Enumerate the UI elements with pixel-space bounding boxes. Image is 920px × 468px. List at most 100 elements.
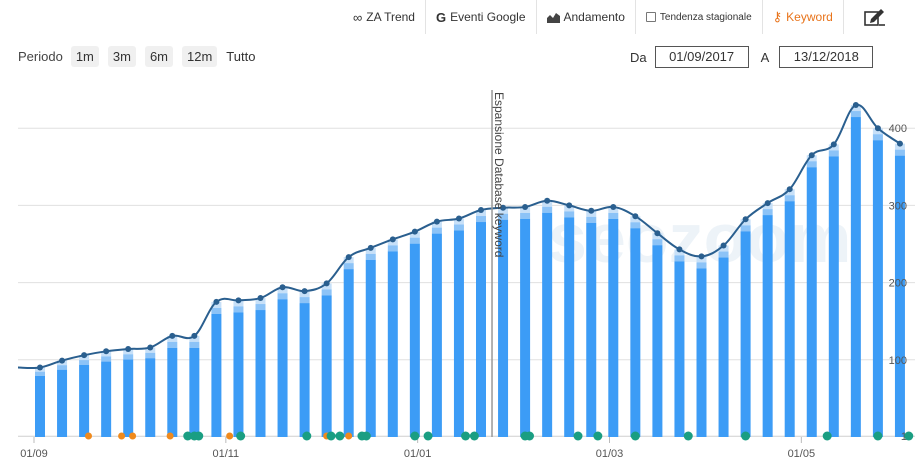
bar-segment-main bbox=[101, 361, 112, 437]
bar-segment-mid bbox=[850, 111, 861, 118]
bar-segment-mid bbox=[233, 306, 244, 313]
event-marker-green bbox=[335, 431, 345, 441]
trend-point bbox=[566, 202, 573, 209]
bar-segment-main bbox=[35, 375, 45, 437]
bar-segment-mid bbox=[167, 341, 178, 348]
trend-point bbox=[874, 125, 881, 132]
x-tick-label: 01/01 bbox=[404, 448, 432, 460]
bar-segment-mid bbox=[101, 356, 112, 362]
trend-point bbox=[257, 295, 264, 302]
bar-segment-mid bbox=[123, 354, 134, 360]
bar-segment-mid bbox=[784, 195, 795, 202]
bar-segment-mid bbox=[894, 149, 905, 156]
bar-segment-main bbox=[542, 212, 553, 437]
bar-segment-mid bbox=[872, 134, 883, 141]
trend-point bbox=[213, 298, 220, 305]
trend-point bbox=[808, 152, 815, 159]
trend-point bbox=[478, 207, 484, 214]
bar-segment-mid bbox=[431, 227, 442, 234]
bar-segment-mid bbox=[57, 365, 68, 370]
bar-segment-mid bbox=[520, 212, 531, 219]
event-marker-orange bbox=[129, 432, 137, 440]
event-marker-green bbox=[302, 431, 312, 441]
x-tick-label: 01/03 bbox=[596, 448, 624, 460]
bar-segment-main bbox=[321, 295, 332, 437]
bar-segment-main bbox=[299, 303, 310, 437]
trend-point bbox=[522, 203, 529, 210]
trend-point bbox=[345, 254, 352, 261]
bar-segment-mid bbox=[343, 263, 354, 270]
bar-segment-mid bbox=[321, 289, 332, 296]
event-marker-orange bbox=[118, 432, 126, 440]
trend-point bbox=[81, 352, 88, 359]
bar-segment-main bbox=[409, 243, 420, 437]
bar-segment-mid bbox=[387, 245, 398, 252]
bar-segment-mid bbox=[652, 239, 663, 246]
bar-segment-main bbox=[233, 312, 244, 437]
event-marker-green bbox=[361, 431, 371, 441]
y-tick-label: 100 bbox=[889, 355, 907, 367]
bar-segment-main bbox=[784, 201, 795, 437]
bar-segment-main bbox=[828, 156, 839, 438]
trend-point bbox=[147, 344, 154, 351]
trend-point bbox=[610, 203, 617, 210]
trend-point bbox=[125, 345, 132, 352]
bar-segment-main bbox=[872, 140, 883, 437]
event-marker-green bbox=[469, 431, 479, 441]
bar-segment-main bbox=[674, 261, 685, 437]
trend-point bbox=[764, 200, 771, 207]
bar-segment-main bbox=[167, 347, 178, 437]
x-tick-label: 01/09 bbox=[20, 448, 48, 460]
event-marker-orange bbox=[226, 432, 234, 440]
trend-point bbox=[169, 332, 176, 339]
bar-segment-mid bbox=[255, 304, 266, 311]
event-marker-orange bbox=[85, 432, 93, 440]
event-marker-green bbox=[525, 431, 535, 441]
y-tick-label: 200 bbox=[889, 278, 907, 290]
trend-point bbox=[411, 228, 418, 235]
bar-segment-mid bbox=[35, 371, 45, 376]
trend-point bbox=[852, 102, 859, 109]
bar-segment-mid bbox=[828, 150, 839, 157]
trend-point bbox=[830, 141, 837, 148]
trend-point bbox=[632, 213, 639, 220]
bar-segment-mid bbox=[409, 237, 420, 244]
bar-segment-main bbox=[718, 257, 729, 437]
bar-segment-main bbox=[387, 251, 398, 437]
bar-segment-mid bbox=[79, 360, 90, 365]
bar-segment-mid bbox=[299, 297, 310, 304]
bar-segment-main bbox=[277, 299, 288, 437]
x-tick-label: 01/05 bbox=[788, 448, 816, 460]
bar-segment-main bbox=[211, 313, 222, 437]
event-marker-green bbox=[904, 431, 914, 441]
trend-point bbox=[59, 357, 66, 364]
bar-segment-mid bbox=[696, 262, 707, 269]
bar-segment-mid bbox=[740, 225, 751, 232]
trend-point bbox=[191, 332, 198, 339]
bar-segment-main bbox=[79, 364, 90, 437]
event-marker-green bbox=[873, 431, 883, 441]
trend-point bbox=[742, 216, 749, 223]
trend-point bbox=[720, 242, 727, 249]
trend-point bbox=[698, 253, 705, 260]
bar-segment-mid bbox=[762, 209, 773, 216]
bar-segment-main bbox=[630, 228, 641, 437]
bar-segment-main bbox=[520, 218, 531, 437]
event-marker-green bbox=[423, 431, 433, 441]
bar-segment-mid bbox=[277, 293, 288, 300]
event-marker-green bbox=[593, 431, 603, 441]
bar-segment-main bbox=[453, 230, 464, 437]
bar-segment-mid bbox=[674, 255, 685, 262]
bar-segment-main bbox=[145, 358, 156, 437]
bar-segment-main bbox=[652, 245, 663, 437]
event-marker-green bbox=[461, 431, 471, 441]
bar-segment-mid bbox=[145, 352, 156, 359]
trend-point bbox=[588, 207, 595, 214]
bar-segment-mid bbox=[476, 216, 486, 223]
bar-segment-main bbox=[586, 222, 597, 437]
event-marker-green bbox=[194, 431, 204, 441]
bar-segment-mid bbox=[211, 307, 222, 314]
annotation-label: Espansione Database keyword bbox=[492, 92, 506, 257]
bar-segment-mid bbox=[453, 224, 464, 231]
event-marker-green bbox=[573, 431, 583, 441]
